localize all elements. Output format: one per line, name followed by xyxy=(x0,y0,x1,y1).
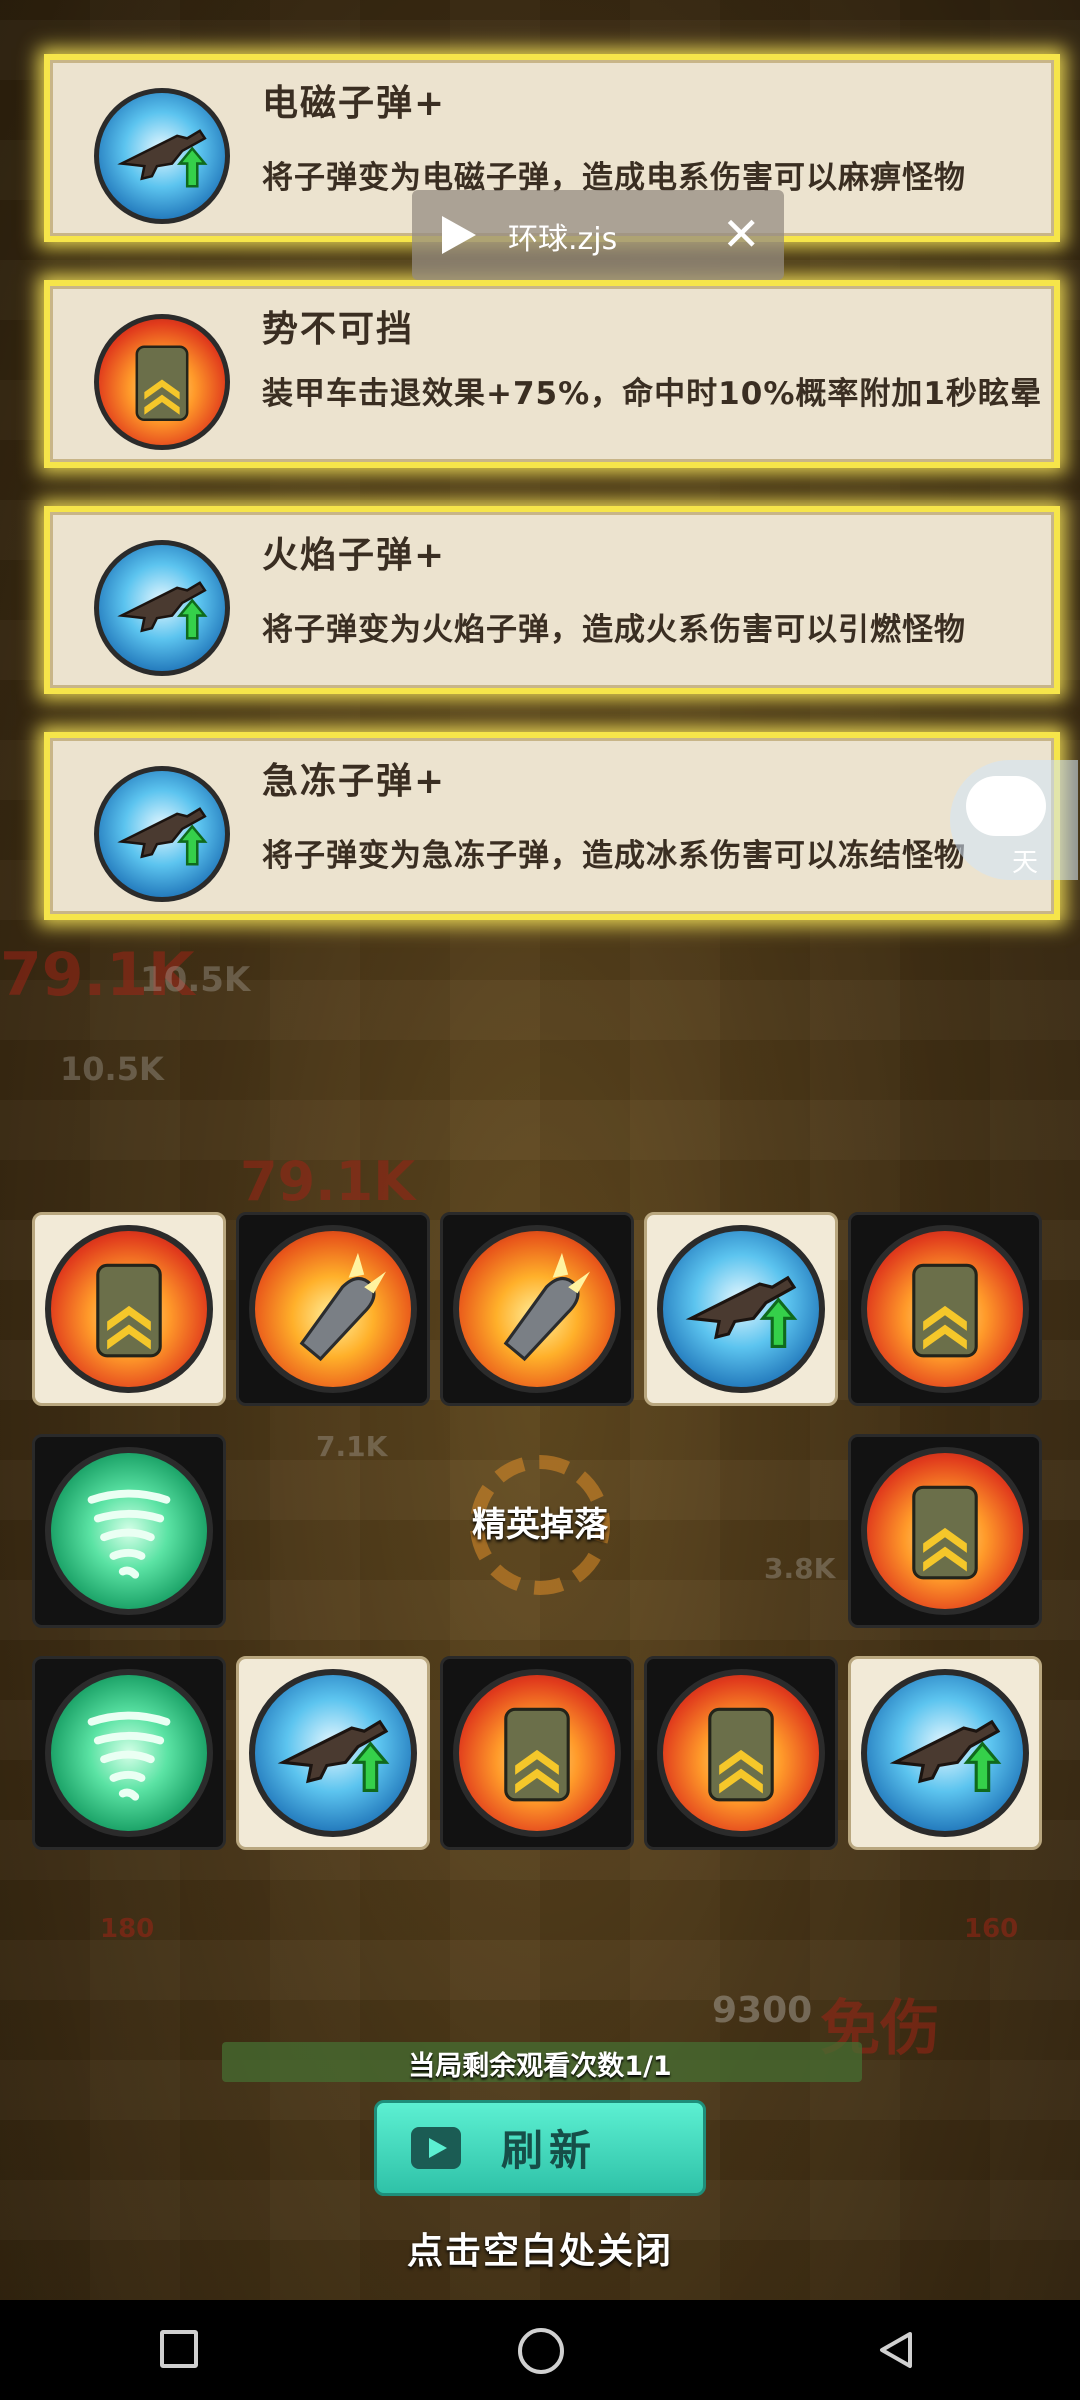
armor-chevron-icon xyxy=(45,1225,213,1393)
close-icon[interactable]: ✕ xyxy=(722,204,761,264)
skill-card-title: 急冻子弹+ xyxy=(262,761,447,802)
drop-tile xyxy=(236,1656,430,1850)
armor-chevron-icon xyxy=(453,1669,621,1837)
skill-card-title: 势不可挡 xyxy=(262,309,415,350)
drop-tile xyxy=(848,1656,1042,1850)
rifle-upgrade-icon xyxy=(657,1225,825,1393)
cloud-mascot-icon xyxy=(966,776,1046,836)
skill-card-2[interactable]: 势不可挡 装甲车击退效果+75%，命中时10%概率附加1秒眩晕 xyxy=(44,280,1060,468)
drop-tile xyxy=(644,1656,838,1850)
tornado-icon xyxy=(45,1669,213,1837)
drop-tile xyxy=(440,1656,634,1850)
drop-tile xyxy=(440,1212,634,1406)
skill-card-title: 电磁子弹+ xyxy=(262,83,447,124)
drop-tile xyxy=(848,1212,1042,1406)
armor-chevron-icon xyxy=(94,314,230,450)
skill-card-3[interactable]: 火焰子弹+ 将子弹变为火焰子弹，造成火系伤害可以引燃怪物 xyxy=(44,506,1060,694)
remaining-views-text: 当局剩余观看次数1/1 xyxy=(408,2051,672,2082)
home-icon[interactable] xyxy=(518,2328,564,2374)
armor-chevron-icon xyxy=(861,1225,1029,1393)
skill-card-description: 装甲车击退效果+75%，命中时10%概率附加1秒眩晕 xyxy=(262,376,1042,412)
tap-blank-to-close-hint[interactable]: 点击空白处关闭 xyxy=(0,2222,1080,2274)
refresh-button[interactable]: 刷新 xyxy=(374,2100,706,2196)
system-navigation-bar xyxy=(0,2300,1080,2400)
rifle-upgrade-icon xyxy=(861,1669,1029,1837)
drop-tile xyxy=(644,1212,838,1406)
rifle-upgrade-icon xyxy=(94,766,230,902)
play-icon[interactable] xyxy=(442,216,476,254)
drop-tile xyxy=(32,1656,226,1850)
skill-card-title: 火焰子弹+ xyxy=(262,535,447,576)
drop-tile xyxy=(848,1434,1042,1628)
armor-chevron-icon xyxy=(861,1447,1029,1615)
drop-tile xyxy=(236,1212,430,1406)
skill-card-description: 将子弹变为急冻子弹，造成冰系伤害可以冻结怪物 xyxy=(262,838,966,874)
tv-play-icon xyxy=(411,2127,461,2169)
elite-drop-title: 精英掉落 xyxy=(472,1505,608,1545)
back-icon[interactable] xyxy=(878,2330,914,2370)
mini-player-title: 环球.zjs xyxy=(508,222,618,257)
fire-bullet-icon xyxy=(249,1225,417,1393)
drop-tile xyxy=(32,1434,226,1628)
floating-mini-player[interactable]: 环球.zjs ✕ xyxy=(412,190,784,280)
rifle-upgrade-icon xyxy=(249,1669,417,1837)
skill-card-4[interactable]: 急冻子弹+ 将子弹变为急冻子弹，造成冰系伤害可以冻结怪物 xyxy=(44,732,1060,920)
rifle-upgrade-icon xyxy=(94,540,230,676)
armor-chevron-icon xyxy=(657,1669,825,1837)
refresh-button-label: 刷新 xyxy=(501,2126,598,2175)
rifle-upgrade-icon xyxy=(94,88,230,224)
floating-assistant[interactable]: 天 xyxy=(950,760,1078,880)
assistant-label: 天 xyxy=(1012,848,1039,878)
skill-card-description: 将子弹变为火焰子弹，造成火系伤害可以引燃怪物 xyxy=(262,612,966,648)
tornado-icon xyxy=(45,1447,213,1615)
fire-bullet-icon xyxy=(453,1225,621,1393)
drop-tile xyxy=(32,1212,226,1406)
recents-icon[interactable] xyxy=(160,2330,198,2368)
